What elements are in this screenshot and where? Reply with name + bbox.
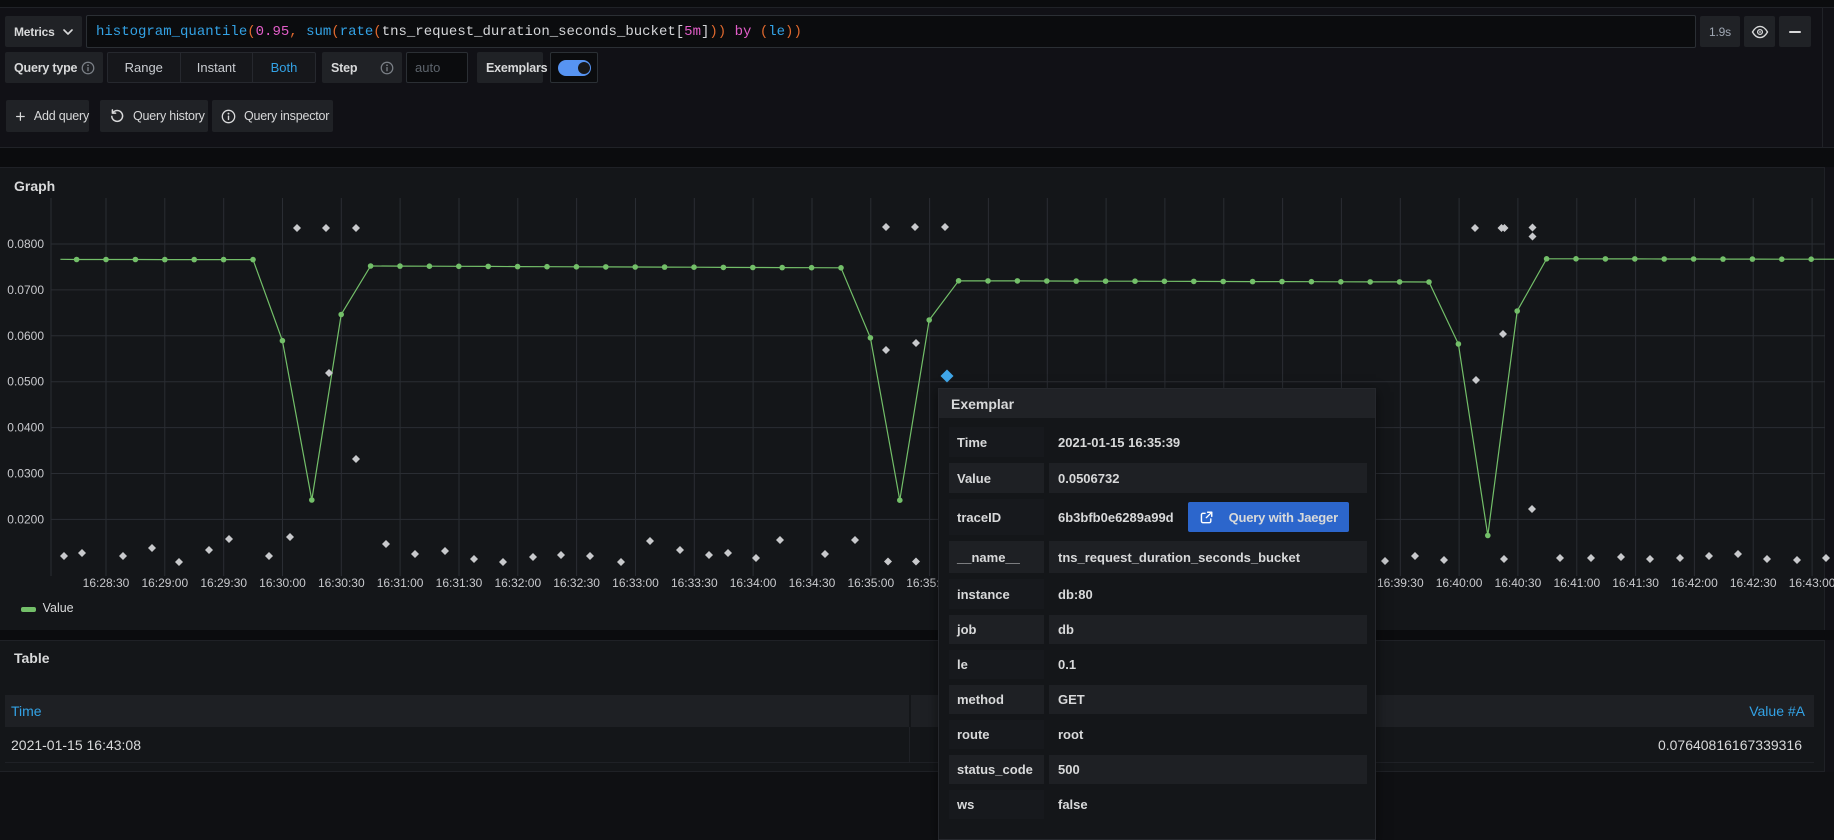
svg-text:0.0400: 0.0400 — [7, 421, 44, 435]
svg-text:16:39:30: 16:39:30 — [1377, 576, 1424, 590]
svg-text:16:40:30: 16:40:30 — [1495, 576, 1542, 590]
svg-text:16:41:30: 16:41:30 — [1612, 576, 1659, 590]
svg-text:16:34:00: 16:34:00 — [730, 576, 777, 590]
svg-text:16:41:00: 16:41:00 — [1553, 576, 1600, 590]
svg-text:16:29:00: 16:29:00 — [141, 576, 188, 590]
svg-text:16:33:30: 16:33:30 — [671, 576, 718, 590]
svg-text:0.0800: 0.0800 — [7, 237, 44, 251]
svg-text:16:43:00: 16:43:00 — [1789, 576, 1834, 590]
svg-text:0.0600: 0.0600 — [7, 329, 44, 343]
svg-text:16:32:30: 16:32:30 — [553, 576, 600, 590]
svg-text:0.0300: 0.0300 — [7, 467, 44, 481]
svg-text:16:35:00: 16:35:00 — [847, 576, 894, 590]
svg-text:0.0200: 0.0200 — [7, 512, 44, 526]
svg-text:16:40:00: 16:40:00 — [1436, 576, 1483, 590]
svg-text:16:31:30: 16:31:30 — [436, 576, 483, 590]
svg-text:16:34:30: 16:34:30 — [789, 576, 836, 590]
svg-text:16:42:30: 16:42:30 — [1730, 576, 1777, 590]
svg-text:16:30:30: 16:30:30 — [318, 576, 365, 590]
svg-text:16:30:00: 16:30:00 — [259, 576, 306, 590]
svg-text:16:28:30: 16:28:30 — [83, 576, 130, 590]
svg-text:16:33:00: 16:33:00 — [612, 576, 659, 590]
svg-text:0.0700: 0.0700 — [7, 283, 44, 297]
svg-text:0.0500: 0.0500 — [7, 375, 44, 389]
svg-text:16:31:00: 16:31:00 — [377, 576, 424, 590]
svg-text:16:42:00: 16:42:00 — [1671, 576, 1718, 590]
svg-text:16:29:30: 16:29:30 — [200, 576, 247, 590]
svg-text:16:32:00: 16:32:00 — [494, 576, 541, 590]
